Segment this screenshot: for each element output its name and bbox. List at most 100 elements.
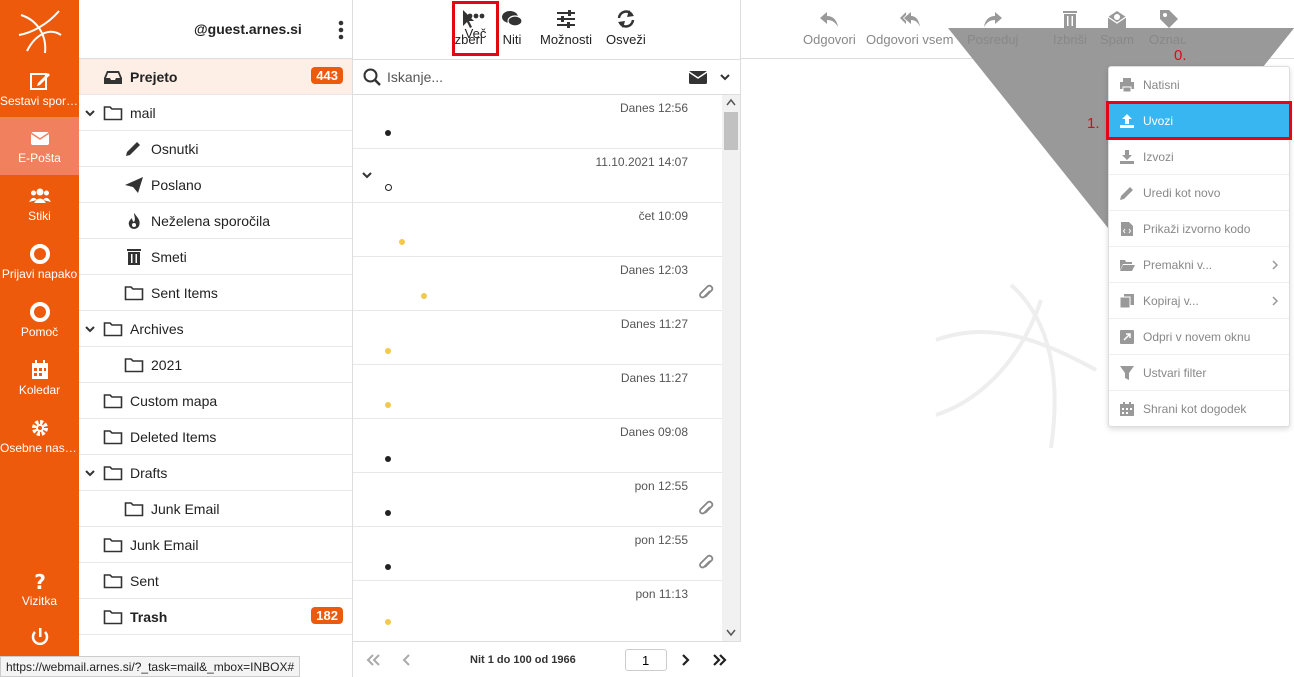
reply-icon [820, 12, 839, 27]
contacts-icon [28, 188, 51, 203]
menu-item-export[interactable]: Izvozi [1109, 139, 1289, 175]
folder-icon [103, 394, 123, 409]
nav-vcard[interactable]: ? Vizitka [0, 560, 79, 618]
folder-icon [103, 322, 123, 337]
threads-button[interactable]: Niti [501, 8, 523, 47]
nav-settings[interactable]: Osebne nastavitve [0, 407, 79, 465]
scroll-up-icon[interactable] [726, 98, 736, 106]
folder-name: Prejeto [130, 69, 178, 85]
folder-icon [103, 574, 123, 589]
message-row[interactable]: Danes 11:27 [353, 311, 722, 365]
message-row[interactable]: čet 10:09 [353, 203, 722, 257]
message-row[interactable]: pon 12:55 [353, 527, 722, 581]
folder-junk-email[interactable]: Junk Email [79, 527, 352, 563]
folder-junk-sl[interactable]: Neželena sporočila [79, 203, 352, 239]
folder-drafts-sl[interactable]: Osnutki [79, 131, 352, 167]
message-row[interactable]: 11.10.2021 14:07 [353, 149, 722, 203]
message-row[interactable]: pon 11:13 [353, 581, 722, 641]
envelope-filter-icon[interactable] [688, 70, 708, 85]
folder-drafts[interactable]: Drafts [79, 455, 352, 491]
menu-item-open-new-window[interactable]: Odpri v novem oknu [1109, 319, 1289, 355]
nav-label: Osebne nastavitve [0, 441, 79, 455]
paperclip-icon [699, 284, 714, 299]
svg-text:?: ? [34, 570, 46, 592]
last-page-icon[interactable] [712, 653, 728, 667]
annotation-step-0: 0. [1174, 47, 1187, 64]
chevron-down-icon[interactable] [84, 107, 96, 119]
read-dot-icon [385, 184, 392, 191]
menu-item-view-source[interactable]: Prikaži izvorno kodo [1109, 211, 1289, 247]
prev-page-icon[interactable] [402, 653, 412, 667]
folder-deleted-items[interactable]: Deleted Items [79, 419, 352, 455]
folder-name: Poslano [151, 177, 202, 193]
folder-icon [103, 430, 123, 445]
nav-calendar[interactable]: Koledar [0, 349, 79, 407]
message-date: Danes 09:08 [619, 425, 688, 439]
first-page-icon[interactable] [365, 653, 381, 667]
nav-label: E-Pošta [18, 151, 61, 165]
folder-name: Junk Email [151, 501, 220, 517]
reply-all-icon [899, 12, 920, 27]
folder-junk-email-sub[interactable]: Junk Email [79, 491, 352, 527]
menu-item-save-as-event[interactable]: Shrani kot dogodek [1109, 391, 1289, 427]
message-row[interactable]: Danes 12:03 [353, 257, 722, 311]
inbox-icon [104, 71, 122, 84]
external-window-icon [1120, 330, 1134, 344]
folder-mail[interactable]: mail [79, 95, 352, 131]
reply-all-button[interactable]: Odgovori vsem [866, 8, 953, 47]
menu-item-copy-to[interactable]: Kopiraj v... [1109, 283, 1289, 319]
options-button[interactable]: Možnosti [540, 8, 592, 47]
spam-button[interactable]: Spam [1100, 8, 1134, 47]
kebab-menu-icon[interactable] [338, 20, 344, 40]
search-input[interactable] [387, 66, 677, 88]
nav-logout[interactable] [0, 620, 79, 656]
nav-mail[interactable]: E-Pošta [0, 117, 79, 175]
folder-custom[interactable]: Custom mapa [79, 383, 352, 419]
nav-compose[interactable]: Sestavi sporočilo [0, 60, 79, 118]
menu-item-create-filter[interactable]: Ustvari filter [1109, 355, 1289, 391]
folder-sent-sl[interactable]: Poslano [79, 167, 352, 203]
pencil-icon [126, 142, 140, 156]
message-row[interactable]: Danes 11:27 [353, 365, 722, 419]
scrollbar-thumb[interactable] [724, 112, 738, 150]
folder-2021[interactable]: 2021 [79, 347, 352, 383]
refresh-icon [617, 10, 635, 28]
delete-button[interactable]: Izbriši [1053, 8, 1087, 47]
forward-button[interactable]: Posreduj [967, 8, 1018, 47]
menu-item-print[interactable]: Natisni [1109, 67, 1289, 103]
nav-report-bug[interactable]: Prijavi napako [0, 233, 79, 291]
power-icon [31, 628, 48, 646]
refresh-button[interactable]: Osveži [606, 8, 646, 47]
folder-icon [124, 286, 144, 301]
copy-icon [1119, 294, 1134, 309]
message-row[interactable]: pon 12:55 [353, 473, 722, 527]
nav-contacts[interactable]: Stiki [0, 175, 79, 233]
search-icon[interactable] [363, 68, 382, 87]
scroll-down-icon[interactable] [726, 629, 736, 637]
folder-open-icon [1120, 260, 1135, 271]
message-row[interactable]: Danes 12:56 [353, 95, 722, 149]
folder-sent[interactable]: Sent [79, 563, 352, 599]
chevron-down-icon[interactable] [84, 467, 96, 479]
message-row[interactable]: Danes 09:08 [353, 419, 722, 473]
logo [0, 0, 79, 60]
folder-inbox[interactable]: Prejeto 443 [79, 59, 352, 95]
page-input[interactable] [625, 649, 667, 671]
folder-archives[interactable]: Archives [79, 311, 352, 347]
chevron-down-icon[interactable] [84, 323, 96, 335]
nav-help[interactable]: Pomoč [0, 291, 79, 349]
reply-button[interactable]: Odgovori [803, 8, 856, 47]
status-bar-url: https://webmail.arnes.si/?_task=mail&_mb… [0, 656, 301, 677]
paper-plane-icon [125, 177, 143, 193]
menu-item-edit-as-new[interactable]: Uredi kot novo [1109, 175, 1289, 211]
more-button[interactable]: Več [452, 1, 499, 56]
message-list-scrollbar[interactable] [722, 95, 740, 642]
chevron-down-icon[interactable] [719, 71, 731, 83]
next-page-icon[interactable] [680, 653, 690, 667]
folder-trash-sl[interactable]: Smeti [79, 239, 352, 275]
folder-sent-items[interactable]: Sent Items [79, 275, 352, 311]
chevron-down-icon[interactable] [361, 169, 373, 181]
message-date: pon 12:55 [634, 533, 688, 547]
menu-item-move-to[interactable]: Premakni v... [1109, 247, 1289, 283]
folder-trash[interactable]: Trash 182 [79, 599, 352, 635]
